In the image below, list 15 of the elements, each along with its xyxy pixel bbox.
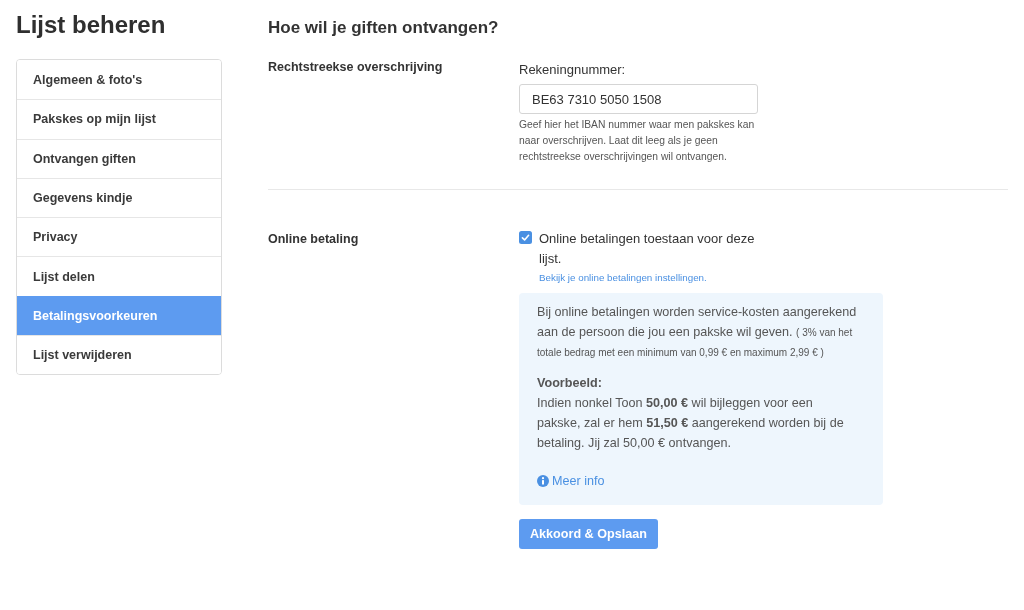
page-title: Lijst beheren bbox=[16, 10, 166, 40]
settings-link[interactable]: Bekijk je online betalingen instellingen. bbox=[539, 271, 707, 285]
field-label: Rekeningnummer: bbox=[519, 62, 626, 78]
example-text: Indien nonkel Toon 50,00 € wil bijleggen voor een pakske, zal er hem 51,50 € aangerekend worden bij de betaling. Jij zal 50,00 € ontvangen. bbox=[537, 395, 845, 452]
checkbox-label[interactable]: Online betalingen toestaan voor deze lijst. bbox=[539, 229, 767, 269]
example-title: Voorbeeld: bbox=[537, 375, 602, 392]
section-heading: Hoe wil je giften ontvangen? bbox=[268, 17, 499, 39]
help-text: Geef hier het IBAN nummer waar men pakskes kan naar overschrijven. Laat dit leeg als je geen rechtstreekse overschrijvingen wil ontvangen. bbox=[519, 118, 756, 164]
sidebar-item[interactable]: Lijst verwijderen bbox=[17, 335, 221, 375]
info-text: Bij online betalingen worden service-kosten aangerekend aan de persoon die jou een pakske wil geven. ( 3% van het totale bedrag met een minimum van 0,99 € en maximum 2,99 € ) bbox=[537, 304, 858, 360]
section-label: Rechtstreekse overschrijving bbox=[268, 59, 443, 75]
account-number-field[interactable]: BE63 7310 5050 1508 bbox=[519, 84, 758, 114]
info-icon bbox=[537, 475, 549, 487]
section-label: Online betaling bbox=[268, 231, 359, 247]
checkbox[interactable] bbox=[519, 231, 532, 244]
